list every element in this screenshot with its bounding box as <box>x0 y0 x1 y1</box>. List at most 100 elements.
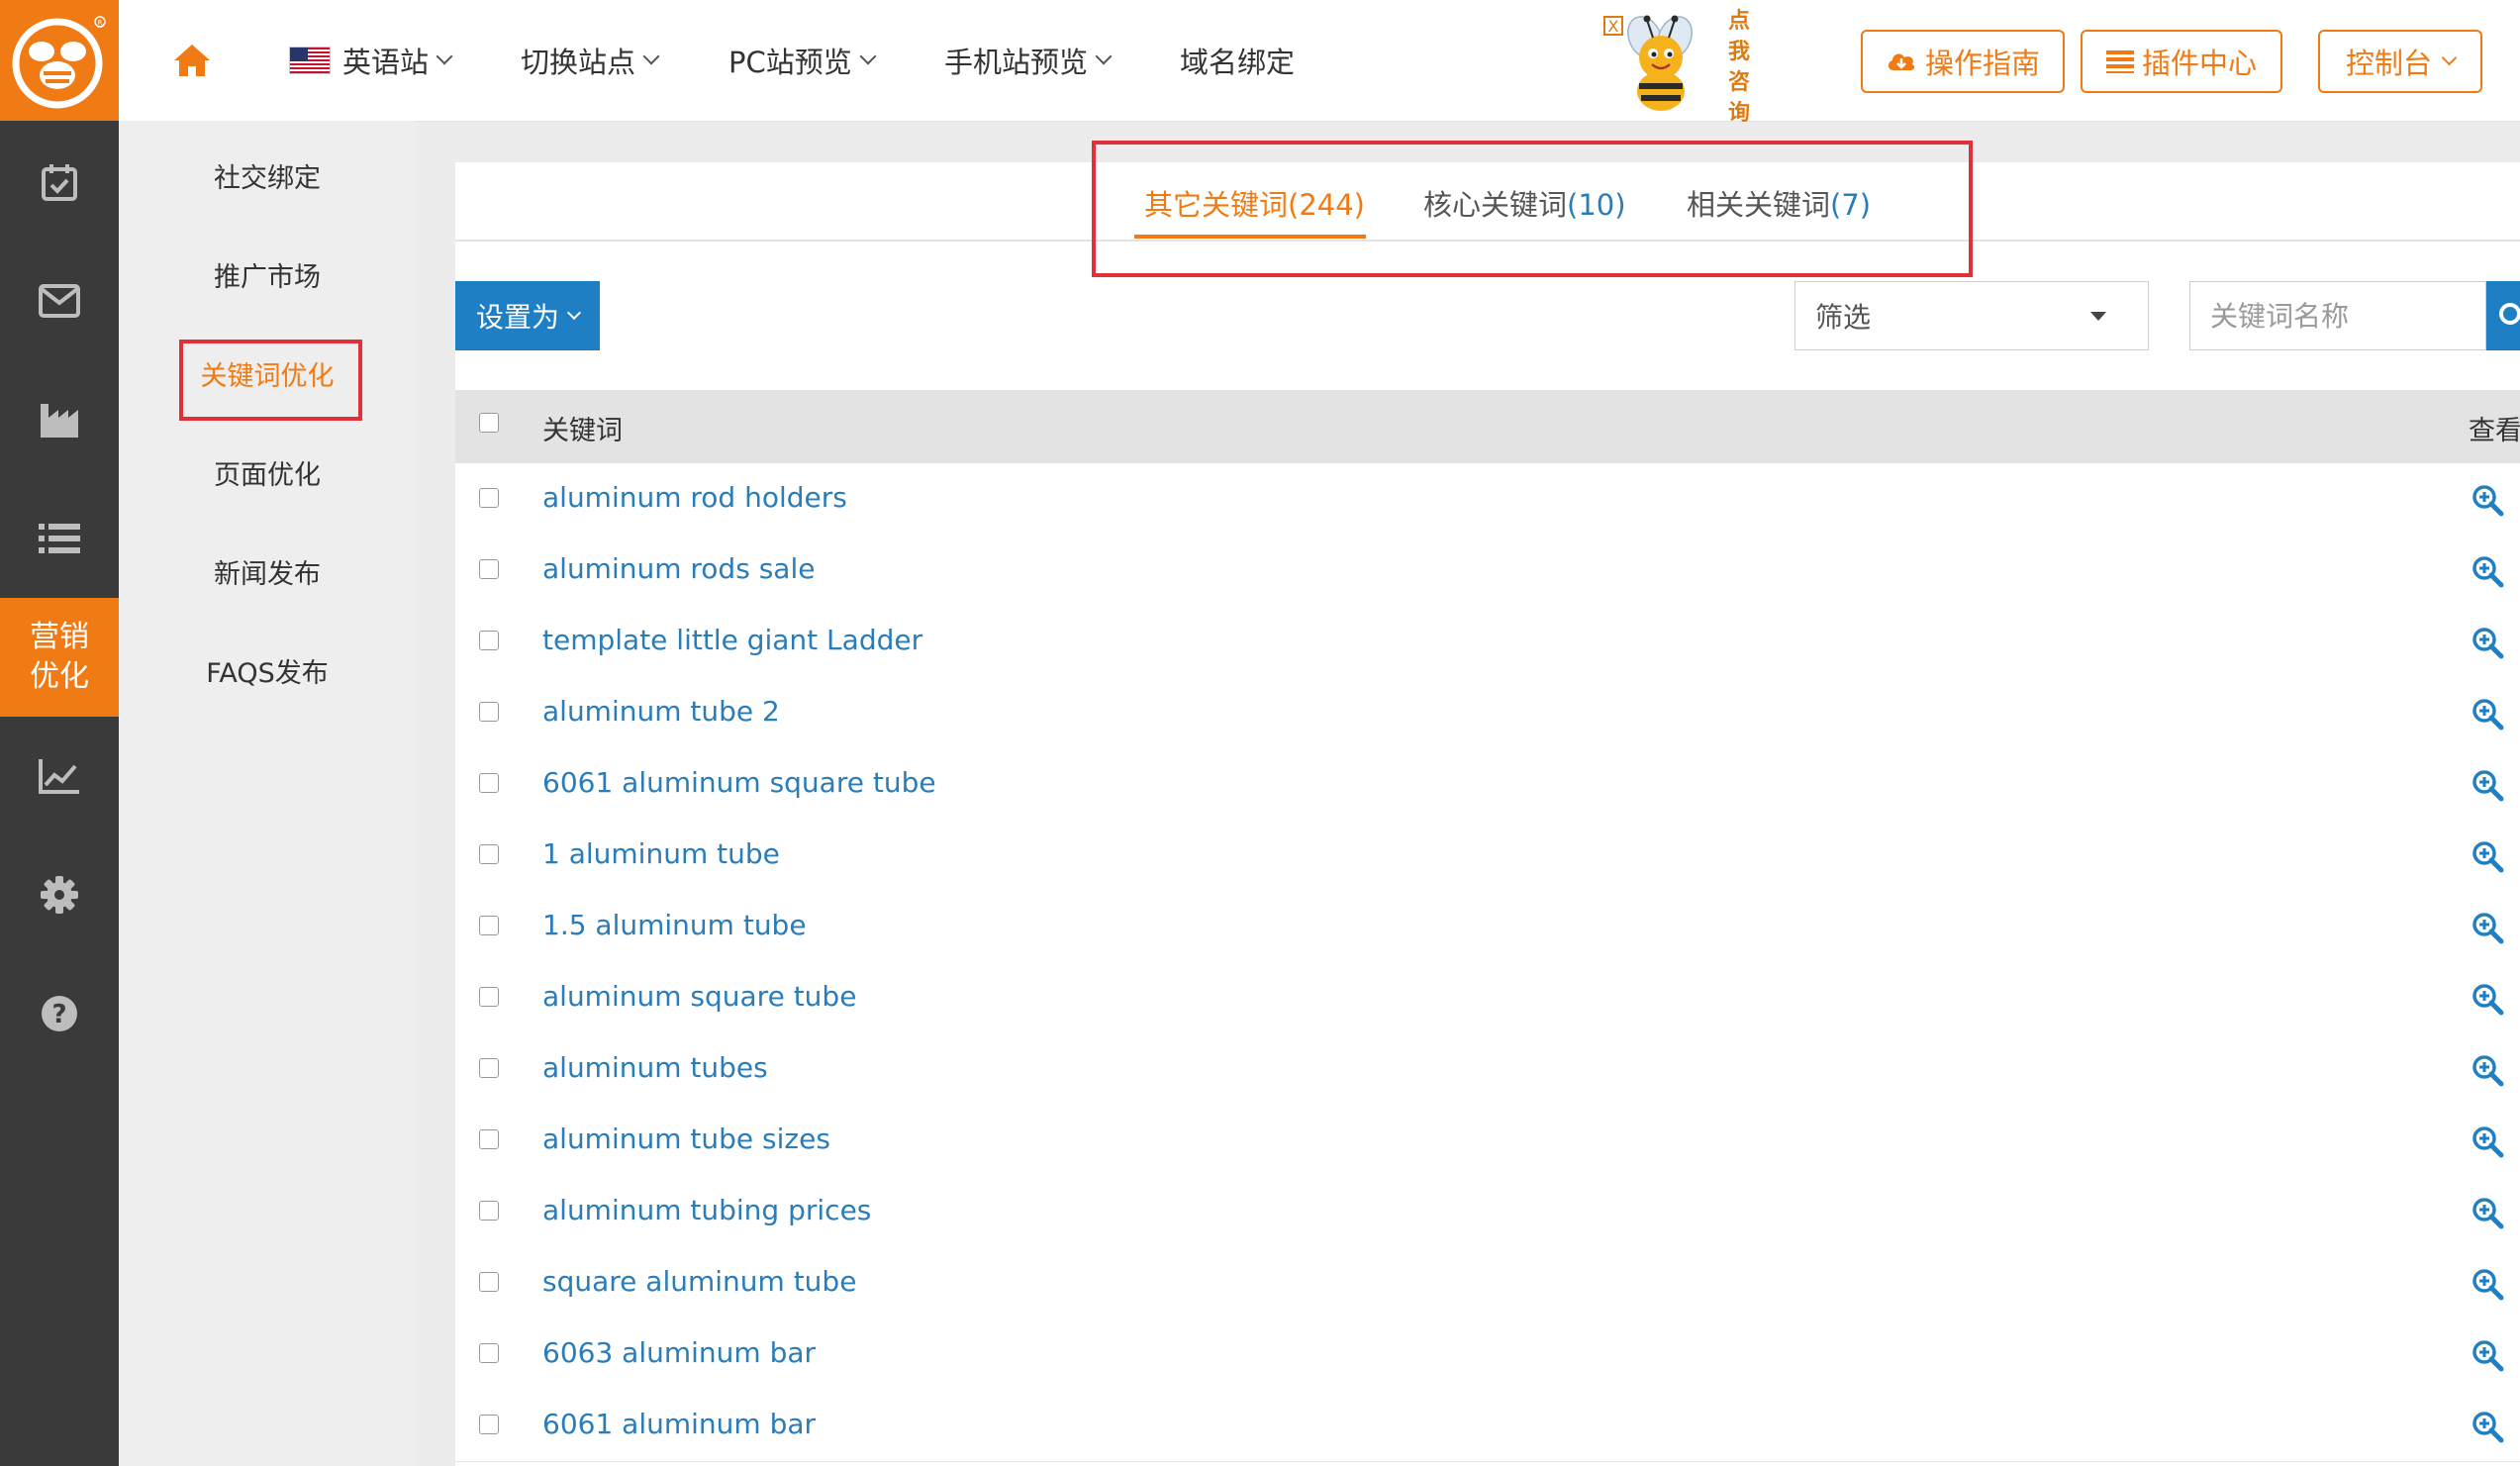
keyword-link[interactable]: aluminum tubes <box>542 1051 768 1084</box>
zoom-in-icon[interactable] <box>2471 768 2504 802</box>
select-all-checkbox[interactable] <box>479 413 499 433</box>
filter-value: 筛选 <box>1815 301 1872 334</box>
keyword-link[interactable]: aluminum tubing prices <box>542 1194 871 1226</box>
envelope-icon <box>39 284 80 318</box>
promo-char: 我 <box>1728 39 1751 64</box>
highlight-box-tabs <box>1092 141 1973 277</box>
keyword-link[interactable]: 1.5 aluminum tube <box>542 909 807 941</box>
rail-item-list[interactable] <box>0 479 119 598</box>
keyword-search-input[interactable] <box>2189 281 2486 350</box>
home-icon <box>174 45 210 76</box>
keyword-link[interactable]: aluminum rod holders <box>542 481 847 514</box>
home-link[interactable] <box>172 0 212 121</box>
zoom-in-icon[interactable] <box>2471 1338 2504 1372</box>
submenu-item-page-optimization[interactable]: 页面优化 <box>119 453 416 492</box>
site-language-dropdown[interactable]: 英语站 <box>289 0 453 121</box>
rail-item-settings[interactable] <box>0 835 119 954</box>
row-checkbox[interactable] <box>479 1058 499 1078</box>
keyword-link[interactable]: aluminum square tube <box>542 980 856 1013</box>
rail-marketing-label-2: 优化 <box>30 659 89 694</box>
mobile-preview-label: 手机站预览 <box>944 46 1089 79</box>
submenu-item-news[interactable]: 新闻发布 <box>119 552 416 591</box>
zoom-in-icon[interactable] <box>2471 982 2504 1016</box>
zoom-in-icon[interactable] <box>2471 1053 2504 1087</box>
filter-select[interactable]: 筛选 <box>1794 281 2149 350</box>
zoom-in-icon[interactable] <box>2471 839 2504 873</box>
keyword-link[interactable]: template little giant Ladder <box>542 624 922 656</box>
submenu-item-faqs[interactable]: FAQS发布 <box>119 651 416 690</box>
promo-char: 点 <box>1728 8 1751 34</box>
mobile-preview-dropdown[interactable]: 手机站预览 <box>944 0 1113 121</box>
zoom-in-icon[interactable] <box>2471 1196 2504 1229</box>
chevron-down-icon <box>1095 48 1113 65</box>
zoom-in-icon[interactable] <box>2471 626 2504 659</box>
keyword-link[interactable]: aluminum tube 2 <box>542 695 780 728</box>
set-as-label: 设置为 <box>475 301 559 334</box>
left-icon-rail: R 营销 优化 ? <box>0 0 119 1466</box>
pc-preview-dropdown[interactable]: PC站预览 <box>728 0 877 121</box>
row-checkbox[interactable] <box>479 1272 499 1292</box>
row-checkbox[interactable] <box>479 773 499 793</box>
rail-item-factory[interactable] <box>0 360 119 479</box>
guide-button[interactable]: 操作指南 <box>1861 30 2065 93</box>
zoom-in-icon[interactable] <box>2471 697 2504 731</box>
zoom-in-icon[interactable] <box>2471 1410 2504 1443</box>
zoom-in-icon[interactable] <box>2471 911 2504 944</box>
row-checkbox[interactable] <box>479 1415 499 1434</box>
chevron-down-icon <box>642 48 660 65</box>
row-checkbox[interactable] <box>479 1129 499 1149</box>
submenu-item-social[interactable]: 社交绑定 <box>119 156 416 195</box>
rail-item-mail[interactable] <box>0 242 119 360</box>
keyword-link[interactable]: 6061 aluminum square tube <box>542 766 936 799</box>
highlight-box-submenu <box>179 340 362 421</box>
keyword-link[interactable]: 1 aluminum tube <box>542 837 780 870</box>
keyword-link[interactable]: 6063 aluminum bar <box>542 1336 816 1369</box>
keyword-link[interactable]: aluminum rods sale <box>542 552 815 585</box>
keyword-link[interactable]: square aluminum tube <box>542 1265 856 1298</box>
rail-marketing-label-1: 营销 <box>30 620 89 654</box>
svg-text:?: ? <box>51 1000 66 1029</box>
search-button[interactable] <box>2486 281 2520 350</box>
secondary-sidebar <box>119 121 416 1466</box>
row-checkbox[interactable] <box>479 987 499 1007</box>
table-row: aluminum tube sizes <box>455 1105 2520 1177</box>
site-language-label: 英语站 <box>342 46 430 79</box>
pc-preview-label: PC站预览 <box>728 46 852 79</box>
row-checkbox[interactable] <box>479 916 499 935</box>
row-checkbox[interactable] <box>479 1343 499 1363</box>
table-row: aluminum rods sale <box>455 535 2520 607</box>
zoom-in-icon[interactable] <box>2471 554 2504 588</box>
chevron-down-icon <box>2441 49 2458 65</box>
row-checkbox[interactable] <box>479 559 499 579</box>
zoom-in-icon[interactable] <box>2471 1124 2504 1158</box>
rail-item-marketing[interactable]: 营销 优化 <box>0 598 119 717</box>
row-checkbox[interactable] <box>479 1201 499 1221</box>
keyword-link[interactable]: aluminum tube sizes <box>542 1123 830 1155</box>
row-checkbox[interactable] <box>479 844 499 864</box>
search-icon <box>2499 303 2520 325</box>
switch-site-dropdown[interactable]: 切换站点 <box>521 0 660 121</box>
set-as-dropdown-button[interactable]: 设置为 <box>455 281 600 350</box>
row-checkbox[interactable] <box>479 631 499 650</box>
table-row: 1 aluminum tube <box>455 820 2520 892</box>
console-label: 控制台 <box>2345 47 2432 80</box>
promo-consult-text[interactable]: 点 我 咨 询 <box>1728 6 1752 129</box>
brand-logo[interactable]: R <box>0 0 119 121</box>
table-row: aluminum tube 2 <box>455 677 2520 749</box>
zoom-in-icon[interactable] <box>2471 483 2504 517</box>
keyword-link[interactable]: 6061 aluminum bar <box>542 1408 816 1440</box>
plugin-center-button[interactable]: 插件中心 <box>2081 30 2282 93</box>
table-row: 1.5 aluminum tube <box>455 891 2520 963</box>
switch-site-label: 切换站点 <box>521 46 636 79</box>
row-checkbox[interactable] <box>479 488 499 508</box>
zoom-in-icon[interactable] <box>2471 1267 2504 1301</box>
svg-text:R: R <box>98 19 103 27</box>
rail-item-help[interactable]: ? <box>0 954 119 1073</box>
rail-item-calendar[interactable] <box>0 123 119 242</box>
row-checkbox[interactable] <box>479 702 499 722</box>
table-row: 6061 aluminum square tube <box>455 748 2520 821</box>
submenu-item-promotion[interactable]: 推广市场 <box>119 255 416 294</box>
domain-bind-link[interactable]: 域名绑定 <box>1180 0 1295 121</box>
console-dropdown[interactable]: 控制台 <box>2318 30 2482 93</box>
rail-item-analytics[interactable] <box>0 717 119 835</box>
